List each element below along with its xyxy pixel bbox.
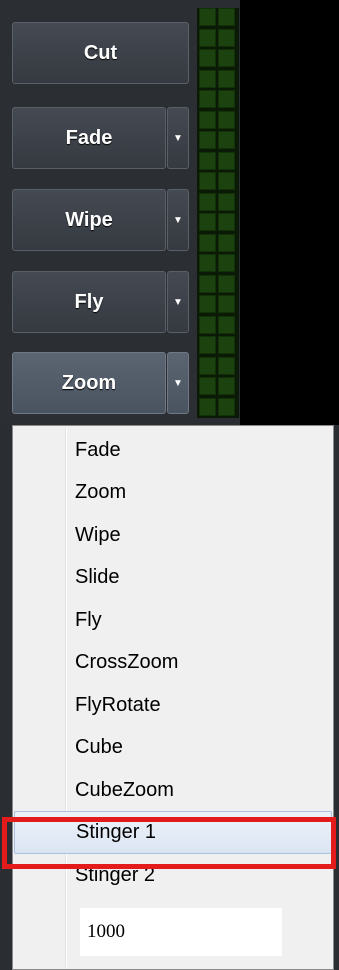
chevron-down-icon: ▼ [173, 377, 183, 389]
meter-segment [218, 213, 235, 231]
meter-segment [218, 110, 235, 129]
meter-segment [199, 110, 216, 129]
chevron-down-icon: ▼ [173, 214, 183, 226]
meter-segment [218, 49, 235, 67]
menu-item-stinger-1[interactable]: Stinger 1 [14, 811, 332, 854]
meter-segment [199, 356, 216, 375]
meter-segment [218, 336, 235, 354]
meter-segment [199, 274, 216, 293]
menu-item-slide[interactable]: Slide [14, 556, 332, 599]
zoom-button[interactable]: Zoom [12, 352, 166, 414]
meter-segment [199, 254, 216, 272]
chevron-down-icon: ▼ [173, 296, 183, 308]
chevron-down-icon: ▼ [173, 132, 183, 144]
meter-channel-left [199, 8, 218, 418]
meter-segment [199, 49, 216, 67]
cut-button[interactable]: Cut [12, 22, 189, 84]
transition-dropdown-menu: Fade Zoom Wipe Slide Fly CrossZoom FlyRo… [12, 425, 334, 970]
menu-item-fly[interactable]: Fly [14, 599, 332, 642]
menu-item-cube[interactable]: Cube [14, 726, 332, 769]
audio-meter [197, 8, 239, 418]
wipe-button[interactable]: Wipe [12, 189, 166, 251]
meter-segment [218, 90, 235, 108]
meter-segment [199, 233, 216, 252]
meter-segment [199, 213, 216, 231]
meter-segment [218, 254, 235, 272]
meter-segment [199, 151, 216, 170]
wipe-dropdown-button[interactable]: ▼ [167, 189, 189, 251]
meter-segment [199, 8, 216, 26]
meter-segment [218, 315, 235, 334]
menu-item-wipe[interactable]: Wipe [14, 514, 332, 557]
meter-segment [218, 377, 235, 395]
meter-segment [218, 131, 235, 149]
meter-segment [199, 377, 216, 395]
meter-segment [218, 8, 235, 26]
meter-segment [199, 336, 216, 354]
fade-dropdown-button[interactable]: ▼ [167, 107, 189, 169]
meter-segment [218, 192, 235, 211]
meter-segment [199, 397, 216, 416]
fade-button[interactable]: Fade [12, 107, 166, 169]
meter-segment [218, 151, 235, 170]
meter-segment [218, 397, 235, 416]
meter-segment [199, 315, 216, 334]
menu-item-flyrotate[interactable]: FlyRotate [14, 684, 332, 727]
meter-segment [218, 28, 235, 47]
menu-item-stinger-2[interactable]: Stinger 2 [14, 854, 332, 897]
zoom-dropdown-button[interactable]: ▼ [167, 352, 189, 414]
meter-segment [199, 295, 216, 313]
meter-segment [199, 172, 216, 190]
menu-item-fade[interactable]: Fade [14, 429, 332, 472]
meter-segment [199, 69, 216, 88]
duration-input[interactable] [80, 908, 282, 956]
meter-segment [199, 192, 216, 211]
meter-segment [218, 295, 235, 313]
meter-segment [199, 90, 216, 108]
meter-segment [218, 356, 235, 375]
fly-button[interactable]: Fly [12, 271, 166, 333]
meter-segment [218, 69, 235, 88]
menu-item-crosszoom[interactable]: CrossZoom [14, 641, 332, 684]
meter-segment [218, 233, 235, 252]
meter-segment [218, 274, 235, 293]
menu-item-zoom[interactable]: Zoom [14, 471, 332, 514]
menu-item-cubezoom[interactable]: CubeZoom [14, 769, 332, 812]
meter-segment [199, 28, 216, 47]
meter-segment [199, 131, 216, 149]
meter-segment [218, 172, 235, 190]
fly-dropdown-button[interactable]: ▼ [167, 271, 189, 333]
preview-area [240, 0, 339, 425]
meter-channel-right [218, 8, 237, 418]
